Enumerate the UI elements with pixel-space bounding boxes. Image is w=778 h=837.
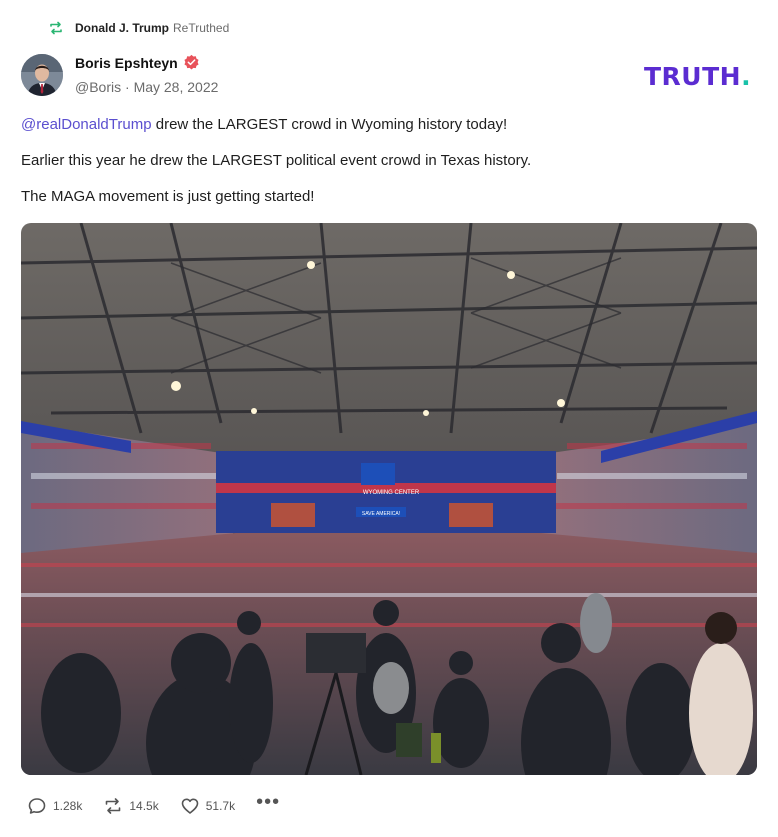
mention-link[interactable]: @realDonaldTrump: [21, 116, 152, 133]
meta-separator: ·: [125, 79, 130, 95]
retruth-user-link[interactable]: Donald J. Trump: [75, 21, 169, 35]
retruth-count: 14.5k: [129, 799, 159, 813]
retruth-icon: [50, 21, 62, 35]
retruth-header: Donald J. Trump ReTruthed: [48, 18, 229, 38]
verified-badge-icon: [184, 54, 199, 70]
venue-sign: WYOMING CENTER: [363, 490, 420, 496]
retruth-button[interactable]: 14.5k: [103, 796, 159, 816]
author-name[interactable]: Boris Epshteyn: [75, 55, 178, 71]
logo-dot: .: [741, 62, 752, 91]
truth-logo[interactable]: TRUTH.: [644, 62, 751, 91]
stage-banner: SAVE AMERICA!: [362, 511, 400, 517]
more-options-button[interactable]: •••: [256, 791, 280, 814]
arena-crowd-image: WYOMING CENTER SAVE AMERICA!: [21, 223, 757, 775]
post-line-2: Earlier this year he drew the LARGEST po…: [21, 152, 532, 169]
logo-text: TRUTH: [644, 62, 742, 91]
post-image[interactable]: WYOMING CENTER SAVE AMERICA!: [21, 223, 757, 775]
author-handle[interactable]: @Boris: [75, 79, 121, 95]
post-line-3: The MAGA movement is just getting starte…: [21, 188, 315, 205]
author-meta: @Boris · May 28, 2022: [75, 79, 218, 95]
post-body: @realDonaldTrump drew the LARGEST crowd …: [21, 116, 756, 224]
post-line-1: @realDonaldTrump drew the LARGEST crowd …: [21, 116, 756, 134]
reply-button[interactable]: 1.28k: [27, 796, 82, 816]
post-line-1-text: drew the LARGEST crowd in Wyoming histor…: [151, 116, 508, 133]
like-button[interactable]: 51.7k: [180, 796, 235, 816]
heart-icon: [181, 798, 199, 814]
post-date[interactable]: May 28, 2022: [134, 79, 219, 95]
avatar[interactable]: [21, 54, 63, 96]
post-actions: 1.28k 14.5k 51.7k •••: [27, 791, 280, 816]
like-count: 51.7k: [205, 799, 236, 813]
retruth-label: ReTruthed: [173, 21, 230, 35]
comment-icon: [28, 798, 46, 814]
retruth-action-icon: [106, 798, 121, 814]
reply-count: 1.28k: [53, 799, 83, 813]
